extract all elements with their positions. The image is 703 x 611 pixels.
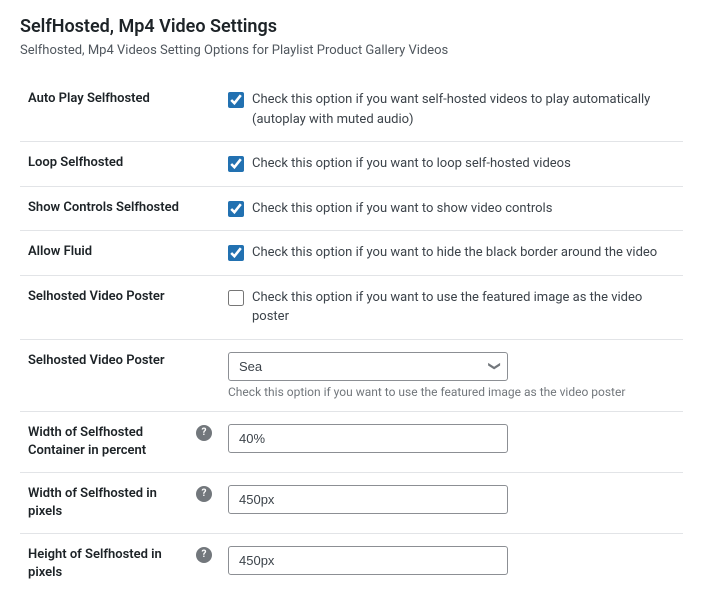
table-row: Auto Play Selfhosted Check this option if…: [20, 78, 683, 142]
table-row: Selhosted Video Poster Check this option …: [20, 275, 683, 339]
video-poster-check-checkbox[interactable]: [228, 290, 244, 306]
video-poster-select-select[interactable]: SeaOceanMountainForest: [228, 352, 508, 381]
field-label: Width of Selfhosted in pixels: [28, 485, 192, 521]
help-icon[interactable]: ?: [196, 547, 212, 563]
field-label: Height of Selfhosted in pixels: [28, 546, 192, 582]
allow-fluid-checkbox[interactable]: [228, 245, 244, 261]
table-row: Show Controls Selfhosted Check this optio…: [20, 186, 683, 231]
show-controls-checkbox[interactable]: [228, 201, 244, 217]
table-row: Allow Fluid Check this option if you want…: [20, 231, 683, 276]
settings-page: SelfHosted, Mp4 Video Settings Selfhoste…: [0, 0, 703, 611]
field-label: Width of Selfhosted Container in percent: [28, 424, 192, 460]
field-label: Selhosted Video Poster: [28, 289, 165, 304]
table-row: Height of Selfhosted in pixels?: [20, 534, 683, 595]
field-label: Auto Play Selfhosted: [28, 91, 150, 106]
table-row: Selhosted Video Poster SeaOceanMountainFo…: [20, 339, 683, 411]
field-label: Loop Selfhosted: [28, 155, 123, 170]
field-label: Show Controls Selfhosted: [28, 200, 179, 215]
checkbox-label: Check this option if you want to show vi…: [252, 199, 552, 219]
field-label: Selhosted Video Poster: [28, 353, 165, 368]
height-pixels-input[interactable]: [228, 546, 508, 575]
checkbox-label: Check this option if you want to hide th…: [252, 243, 657, 263]
help-icon[interactable]: ?: [196, 425, 212, 441]
help-icon[interactable]: ?: [196, 486, 212, 502]
checkbox-label: Check this option if you want self-hoste…: [252, 90, 675, 129]
table-row: Width of Selfhosted Container in percent…: [20, 411, 683, 472]
loop-selfhosted-checkbox[interactable]: [228, 156, 244, 172]
checkbox-label: Check this option if you want to loop se…: [252, 154, 571, 174]
settings-table: Auto Play Selfhosted Check this option if…: [20, 78, 683, 595]
page-title: SelfHosted, Mp4 Video Settings: [20, 16, 683, 37]
field-label: Allow Fluid: [28, 244, 92, 259]
auto-play-checkbox[interactable]: [228, 92, 244, 108]
page-subtitle: Selfhosted, Mp4 Videos Setting Options f…: [20, 43, 683, 58]
table-row: Loop Selfhosted Check this option if you …: [20, 142, 683, 187]
table-row: Width of Selfhosted in pixels?: [20, 472, 683, 533]
select-help-text: Check this option if you want to use the…: [228, 385, 675, 399]
width-percent-input[interactable]: [228, 424, 508, 453]
checkbox-label: Check this option if you want to use the…: [252, 288, 675, 327]
width-pixels-input[interactable]: [228, 485, 508, 514]
